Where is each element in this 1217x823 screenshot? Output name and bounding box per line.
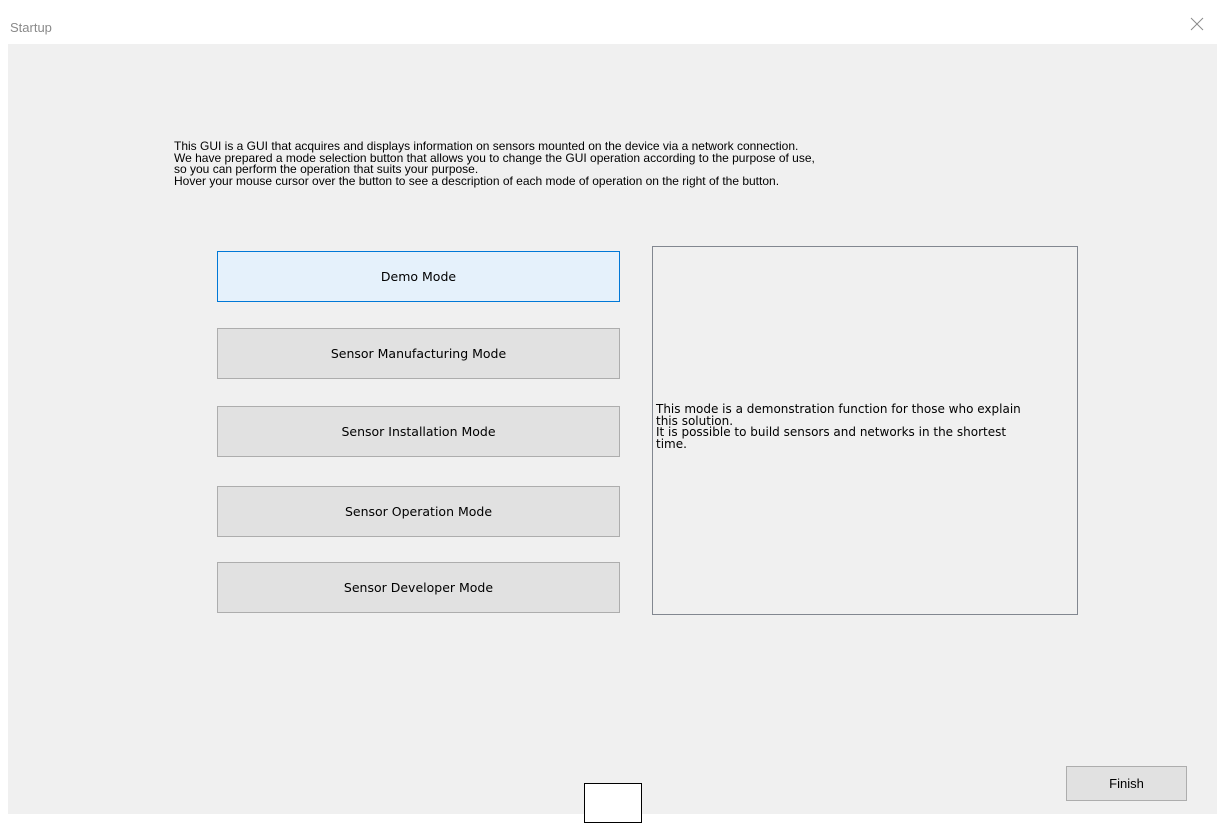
- startup-window: Startup This GUI is a GUI that acquires …: [8, 0, 1217, 823]
- intro-text: This GUI is a GUI that acquires and disp…: [174, 140, 1054, 188]
- intro-line: Hover your mouse cursor over the button …: [174, 173, 780, 188]
- close-button[interactable]: [1177, 9, 1217, 43]
- mode-description-panel: This mode is a demonstration function fo…: [652, 246, 1078, 615]
- close-icon: [1190, 17, 1204, 36]
- sensor-developer-mode-button[interactable]: Sensor Developer Mode: [217, 562, 620, 613]
- sensor-manufacturing-mode-button[interactable]: Sensor Manufacturing Mode: [217, 328, 620, 379]
- demo-mode-button[interactable]: Demo Mode: [217, 251, 620, 302]
- sensor-installation-mode-button[interactable]: Sensor Installation Mode: [217, 406, 620, 457]
- finish-button[interactable]: Finish: [1066, 766, 1187, 801]
- mode-description-text: This mode is a demonstration function fo…: [656, 402, 1021, 451]
- blank-box: [584, 783, 642, 823]
- title-bar: Startup: [8, 0, 1217, 44]
- window-title: Startup: [10, 20, 52, 35]
- sensor-operation-mode-button[interactable]: Sensor Operation Mode: [217, 486, 620, 537]
